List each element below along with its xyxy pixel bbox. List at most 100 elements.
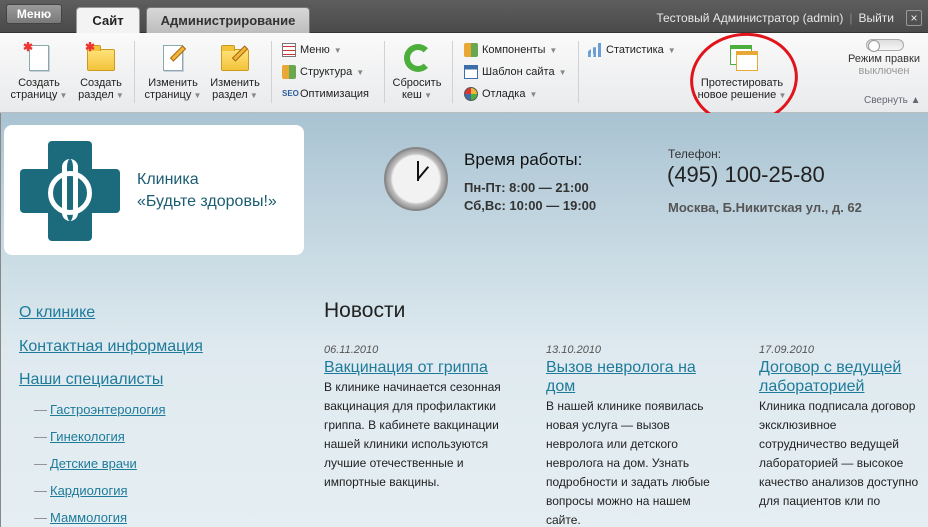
toolbar-divider <box>452 41 453 103</box>
clinic-name-line1: Клиника <box>137 171 199 188</box>
debug-dropdown[interactable]: Отладка ▼ <box>464 86 537 102</box>
sidebar-link-about[interactable]: О клинике <box>19 304 95 322</box>
optimization-button[interactable]: SEO Оптимизация <box>282 86 369 102</box>
statistics-label: Статистика <box>606 44 664 56</box>
seo-icon: SEO <box>282 89 299 98</box>
medical-cross-logo-icon <box>20 141 120 241</box>
phone-label: Телефон: <box>668 147 722 161</box>
debug-icon <box>464 87 478 101</box>
news-item: 06.11.2010 Вакцинация от гриппа В клиник… <box>324 344 524 492</box>
create-section-label-2: раздел <box>78 89 114 101</box>
site-template-label: Шаблон сайта <box>482 66 555 78</box>
sidebar-link-specialists[interactable]: Наши специалисты <box>19 371 163 389</box>
news-title-link[interactable]: Вакцинация от гриппа <box>324 358 524 377</box>
optimization-label: Оптимизация <box>300 88 369 100</box>
work-hours-weekend: Сб,Вс: 10:00 — 19:00 <box>464 198 597 213</box>
structure-dropdown[interactable]: Структура ▼ <box>282 64 364 80</box>
menu-list-icon <box>282 43 296 57</box>
tab-administration[interactable]: Администрирование <box>146 7 310 33</box>
clear-cache-button[interactable]: Сбросить кеш ▼ <box>390 43 444 102</box>
clock-icon <box>384 147 448 211</box>
components-icon <box>464 43 478 57</box>
news-text: В клинике начинается сезонная вакцинация… <box>324 380 501 489</box>
create-section-label-1: Создать <box>80 77 122 89</box>
sidebar-sublink-label: Маммология <box>50 510 128 525</box>
edit-page-label-1: Изменить <box>148 77 198 89</box>
refresh-icon <box>403 43 432 73</box>
news-date: 06.11.2010 <box>324 344 379 356</box>
edit-page-label-2: страницу <box>144 89 192 101</box>
menu-dropdown-label: Меню <box>300 44 330 56</box>
create-page-label-1: Создать <box>18 77 60 89</box>
create-section-button[interactable]: ✱ Создать раздел ▼ <box>74 41 128 102</box>
debug-label: Отладка <box>482 88 526 100</box>
edit-mode-state: выключен <box>858 65 910 77</box>
toolbar-divider <box>578 41 579 103</box>
edit-section-button[interactable]: Изменить раздел ▼ <box>206 43 264 102</box>
structure-icon <box>282 65 296 79</box>
test-new-solution-button[interactable]: Протестировать новое решение ▼ <box>694 43 790 102</box>
edit-page-button[interactable]: Изменить страницу ▼ <box>142 43 204 102</box>
toolbar-divider <box>384 41 385 103</box>
edit-section-label-2: раздел <box>212 89 248 101</box>
address: Москва, Б.Никитская ул., д. 62 <box>668 200 862 215</box>
components-label: Компоненты <box>482 44 546 56</box>
edit-folder-icon <box>221 43 249 73</box>
create-page-label-2: страницу <box>10 89 58 101</box>
create-page-button[interactable]: ✱ Создать страницу ▼ <box>10 41 68 102</box>
structure-dropdown-label: Структура <box>300 66 353 78</box>
template-icon <box>464 65 478 79</box>
news-item: 13.10.2010 Вызов невролога на дом В наше… <box>546 344 716 527</box>
logo-block[interactable]: Клиника «Будьте здоровы!» <box>4 125 304 255</box>
windows-stack-icon <box>728 43 758 73</box>
clinic-name-line2: «Будьте здоровы!» <box>137 193 277 210</box>
close-icon[interactable]: × <box>906 10 922 26</box>
statistics-dropdown[interactable]: Статистика ▼ <box>588 42 676 58</box>
work-hours-title: Время работы: <box>464 150 583 169</box>
user-name[interactable]: Тестовый Администратор (admin) <box>656 11 843 25</box>
tab-site[interactable]: Сайт <box>76 7 140 34</box>
sidebar-sublink[interactable]: — Гастроэнтерология <box>34 402 165 417</box>
news-date: 17.09.2010 <box>759 344 815 356</box>
menu-dropdown[interactable]: Меню ▼ <box>282 42 342 58</box>
collapse-toolbar-button[interactable]: Свернуть ▲ <box>864 95 921 106</box>
site-template-dropdown[interactable]: Шаблон сайта ▼ <box>464 64 567 80</box>
collapse-label: Свернуть <box>864 95 908 106</box>
site-content: Клиника «Будьте здоровы!» Время работы: … <box>0 113 928 527</box>
menu-button[interactable]: Меню <box>6 4 62 24</box>
news-title-link[interactable]: Договор с ведущей лабораторией <box>759 358 925 396</box>
new-folder-icon: ✱ <box>85 41 115 73</box>
news-title-link[interactable]: Вызов невролога на дом <box>546 358 716 396</box>
clear-cache-label-2: кеш <box>401 89 422 101</box>
logout-link[interactable]: Выйти <box>858 11 894 25</box>
sidebar-link-contacts[interactable]: Контактная информация <box>19 338 203 356</box>
new-page-icon: ✱ <box>23 41 53 73</box>
news-item: 17.09.2010 Договор с ведущей лабораторие… <box>759 344 925 509</box>
clear-cache-label-1: Сбросить <box>392 77 442 89</box>
work-hours-weekdays: Пн-Пт: 8:00 — 21:00 <box>464 180 589 195</box>
sidebar-sublink[interactable]: — Детские врачи <box>34 456 137 471</box>
sidebar-sublink[interactable]: — Маммология <box>34 510 127 525</box>
test-solution-label-1: Протестировать <box>700 77 784 89</box>
sidebar-sublink[interactable]: — Гинекология <box>34 429 125 444</box>
news-text: В нашей клинике появилась новая услуга —… <box>546 399 710 527</box>
edit-page-icon <box>159 43 187 73</box>
edit-mode-label: Режим правки <box>848 53 920 65</box>
sidebar-sublink[interactable]: — Кардиология <box>34 483 128 498</box>
chevron-up-icon: ▲ <box>910 95 921 106</box>
sidebar-sublink-label: Детские врачи <box>50 456 137 471</box>
toolbar-divider <box>134 41 135 103</box>
edit-section-label-1: Изменить <box>210 77 260 89</box>
sidebar-sublink-label: Гастроэнтерология <box>50 402 166 417</box>
components-dropdown[interactable]: Компоненты ▼ <box>464 42 557 58</box>
news-heading: Новости <box>324 299 406 322</box>
bar-chart-icon <box>588 43 602 57</box>
user-area: Тестовый Администратор (admin) | Выйти × <box>656 10 928 26</box>
news-date: 13.10.2010 <box>546 344 602 356</box>
edit-mode-toggle[interactable] <box>866 39 904 52</box>
phone-number: (495) 100-25-80 <box>667 162 825 187</box>
divider: | <box>849 11 853 25</box>
toolbar-divider <box>271 41 272 103</box>
admin-top-bar: Меню Сайт Администрирование Тестовый Адм… <box>0 0 928 34</box>
test-solution-label-2: новое решение <box>697 89 777 101</box>
